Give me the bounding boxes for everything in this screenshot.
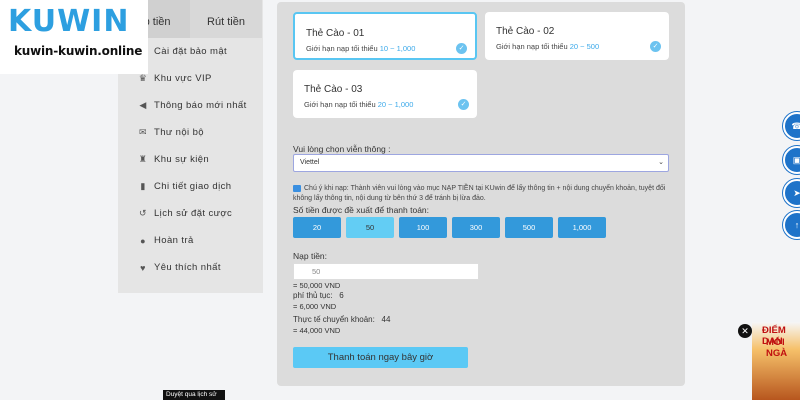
fee-vnd-equivalent: = 6,000 VND — [293, 302, 337, 311]
sidebar-item-bet-history[interactable]: ↺ Lịch sử đặt cược — [118, 200, 263, 227]
actual-vnd-equivalent: = 44,000 VND — [293, 326, 341, 335]
sidebar-item-label: Hoàn trả — [154, 235, 194, 246]
deposit-amount-label: Nạp tiền: — [293, 251, 328, 261]
mail-icon: ✉ — [139, 127, 147, 137]
amount-option-100[interactable]: 100 — [399, 217, 447, 238]
deposit-notice: Chú ý khi nạp: Thành viên vui lòng vào m… — [293, 184, 666, 202]
sidebar-item-label: Khu sự kiện — [154, 154, 210, 165]
card-title: Thẻ Cào - 02 — [496, 26, 555, 37]
chevron-down-icon: ⌄ — [658, 159, 664, 166]
deposit-vnd-equivalent: = 50,000 VND — [293, 281, 341, 290]
carrier-selected-value: Viettel — [300, 159, 320, 166]
amount-suggest-label: Số tiền được đề xuất để thanh toán: — [293, 205, 430, 215]
check-icon: ✓ — [650, 41, 661, 52]
sidebar-item-label: Thông báo mới nhất — [154, 100, 247, 111]
sidebar-item-notifications[interactable]: ◀ Thông báo mới nhất — [118, 92, 263, 119]
sidebar-item-label: Chi tiết giao dịch — [154, 181, 232, 192]
sidebar-item-events[interactable]: ♜ Khu sự kiện — [118, 146, 263, 173]
support-icon[interactable]: ☎ — [783, 112, 800, 140]
fee-row: phí thủ tục: 6 — [293, 291, 344, 300]
card-limit: Giới hạn nạp tối thiểu 20 ~ 1,000 — [304, 100, 414, 109]
logo-wordmark: KUWIN — [8, 4, 130, 39]
sidebar-item-label: Cài đặt bảo mật — [154, 46, 228, 57]
card-option-02[interactable]: Thẻ Cào - 02 Giới hạn nạp tối thiểu 20 ~… — [485, 12, 669, 60]
close-icon[interactable]: ✕ — [738, 324, 752, 338]
deposit-amount-input[interactable]: 50 — [293, 263, 479, 280]
amount-option-1000[interactable]: 1,000 — [558, 217, 606, 238]
document-icon: ▮ — [140, 181, 146, 191]
heart-icon: ♥ — [140, 262, 146, 273]
coin-icon: ● — [140, 235, 146, 246]
sidebar-menu: ◆Cài đặt bảo mật ♛Khu vực VIP ◀Thông báo… — [118, 38, 263, 281]
check-icon: ✓ — [458, 99, 469, 110]
logo-domain: kuwin-kuwin.online — [14, 44, 143, 58]
history-icon: ↺ — [139, 208, 147, 218]
card-option-01[interactable]: Thẻ Cào - 01 Giới hạn nạp tối thiểu 10 ~… — [293, 12, 477, 60]
amount-option-50[interactable]: 50 — [346, 217, 394, 238]
info-icon — [293, 184, 301, 192]
card-option-03[interactable]: Thẻ Cào - 03 Giới hạn nạp tối thiểu 20 ~… — [293, 70, 477, 118]
promo-line-2: MỚI NGÀ — [766, 337, 788, 359]
card-title: Thẻ Cào - 01 — [306, 28, 365, 39]
sidebar-item-label: Thư nội bộ — [154, 127, 204, 138]
sidebar-item-inbox[interactable]: ✉ Thư nội bộ — [118, 119, 263, 146]
actual-transfer-row: Thực tế chuyển khoản: 44 — [293, 315, 391, 324]
sidebar-item-label: Yêu thích nhất — [154, 262, 221, 273]
pay-now-button[interactable]: Thanh toán ngay bây giờ — [293, 347, 468, 368]
amount-option-300[interactable]: 300 — [452, 217, 500, 238]
sidebar-item-transactions[interactable]: ▮ Chi tiết giao dịch — [118, 173, 263, 200]
carrier-select[interactable]: Viettel ⌄ — [293, 154, 669, 172]
card-limit: Giới hạn nạp tối thiểu 10 ~ 1,000 — [306, 44, 416, 53]
check-icon: ✓ — [456, 43, 467, 54]
telegram-icon[interactable]: ➤ — [783, 179, 800, 207]
crown-icon: ♛ — [138, 73, 148, 83]
card-limit: Giới hạn nạp tối thiểu 20 ~ 500 — [496, 42, 600, 51]
amount-option-20[interactable]: 20 — [293, 217, 341, 238]
trophy-icon: ♜ — [138, 154, 148, 164]
sidebar-item-rebate[interactable]: ● Hoàn trả — [118, 227, 263, 254]
sidebar-item-favorites[interactable]: ♥ Yêu thích nhất — [118, 254, 263, 281]
browse-history-tooltip: Duyệt qua lịch sử — [163, 390, 225, 400]
deposit-panel: Thẻ Cào - 01 Giới hạn nạp tối thiểu 10 ~… — [277, 2, 685, 386]
scroll-top-icon[interactable]: ↑ — [783, 211, 800, 239]
card-title: Thẻ Cào - 03 — [304, 84, 363, 95]
site-logo[interactable]: KUWIN kuwin-kuwin.online — [0, 0, 148, 74]
megaphone-icon: ◀ — [139, 100, 147, 110]
sidebar-item-label: Lịch sử đặt cược — [154, 208, 233, 219]
carrier-label: Vui lòng chọn viễn thông : — [293, 144, 391, 154]
sidebar-item-label: Khu vực VIP — [154, 73, 212, 84]
tab-withdraw[interactable]: Rút tiền — [190, 0, 262, 38]
amount-option-500[interactable]: 500 — [505, 217, 553, 238]
app-download-icon[interactable]: ▣ — [783, 146, 800, 174]
